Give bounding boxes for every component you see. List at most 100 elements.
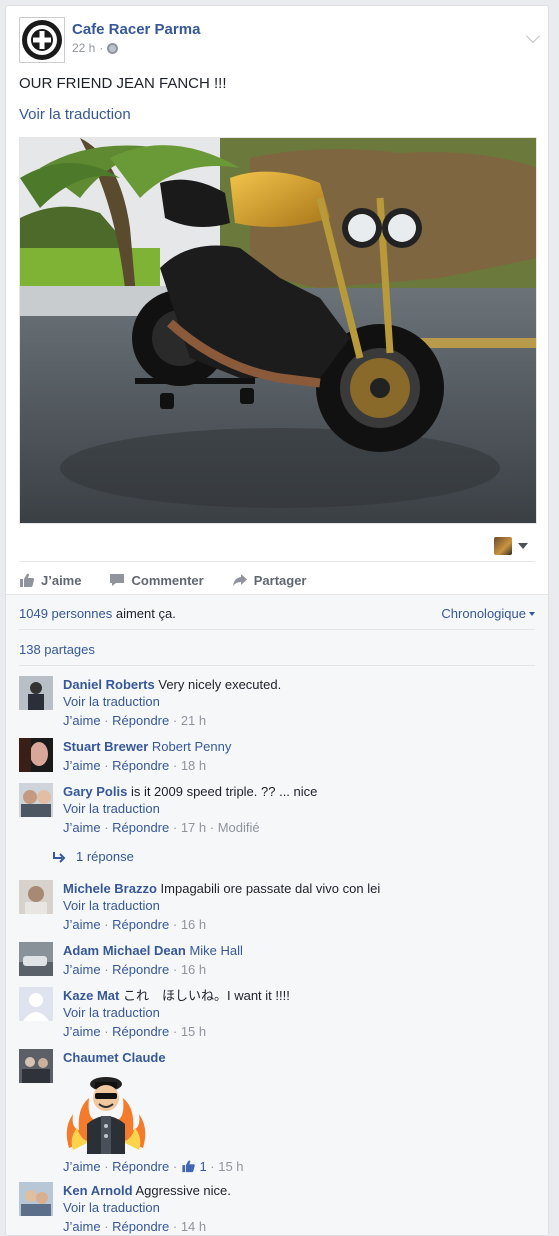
motorcycle-photo <box>20 138 536 523</box>
commenter-avatar[interactable] <box>19 942 53 976</box>
post-header: Cafe Racer Parma 22 h · <box>19 17 548 67</box>
comment-button[interactable]: Commenter <box>109 572 204 588</box>
comment-like-link[interactable]: J’aime <box>63 1219 101 1234</box>
commenter-avatar[interactable] <box>19 1049 53 1083</box>
comment-reply-link[interactable]: Répondre <box>112 713 169 728</box>
comment-reply-link[interactable]: Répondre <box>112 1219 169 1234</box>
avatar-image <box>19 880 53 914</box>
view-replies-link[interactable]: 1 réponse <box>52 849 134 864</box>
comment-like-link[interactable]: J’aime <box>63 713 101 728</box>
comment-time[interactable]: 16 h <box>181 962 206 977</box>
commenter-avatar[interactable] <box>19 880 53 914</box>
like-button[interactable]: J’aime <box>19 572 81 588</box>
comment-meta: J’aime · Répondre · 14 h <box>63 1219 207 1234</box>
comment-time[interactable]: 14 h <box>181 1219 206 1234</box>
comment-like-link[interactable]: J’aime <box>63 1024 101 1039</box>
share-icon <box>232 574 247 586</box>
translate-link[interactable]: Voir la traduction <box>63 897 535 914</box>
avatar-image <box>19 942 53 976</box>
comment-text[interactable]: Robert Penny <box>152 739 232 754</box>
edited-label[interactable]: Modifié <box>218 820 260 835</box>
motorcycle-company-logo <box>22 20 62 60</box>
translate-link[interactable]: Voir la traduction <box>63 1004 535 1021</box>
comment-body: Chaumet Claude J’aime · Répondre · 1 · 1… <box>63 1049 535 1175</box>
comment-author-link[interactable]: Kaze Mat <box>63 988 119 1003</box>
divider <box>19 561 535 562</box>
comment-body: Adam Michael Dean Mike Hall J’aime · Rép… <box>63 942 535 978</box>
comment-body: Daniel Roberts Very nicely executed. Voi… <box>63 676 535 729</box>
commenter-avatar[interactable] <box>19 676 53 710</box>
commenter-avatar[interactable] <box>19 738 53 772</box>
comment-reply-link[interactable]: Répondre <box>112 820 169 835</box>
translate-link[interactable]: Voir la traduction <box>63 1199 535 1216</box>
comment-like-link[interactable]: J’aime <box>63 962 101 977</box>
comment-meta: J’aime · Répondre · 17 h · Modifié <box>63 820 260 835</box>
comment-label: Commenter <box>131 572 204 588</box>
comment-order-dropdown[interactable]: Chronologique <box>441 606 535 621</box>
comment-author-link[interactable]: Ken Arnold <box>63 1183 133 1198</box>
comment-body: Ken Arnold Aggressive nice. Voir la trad… <box>63 1182 535 1235</box>
likes-sentence: 1049 personnes aiment ça. <box>19 606 176 621</box>
comment-order-label: Chronologique <box>441 606 526 621</box>
comment-icon <box>110 574 125 586</box>
comment-text: Very nicely executed. <box>158 677 282 692</box>
comment-body: Stuart Brewer Robert Penny J’aime · Répo… <box>63 738 535 774</box>
comment-text[interactable]: Mike Hall <box>189 943 242 958</box>
comment-time[interactable]: 15 h <box>181 1024 206 1039</box>
audience-selector[interactable] <box>494 537 528 555</box>
comment-author-link[interactable]: Michele Brazzo <box>63 881 157 896</box>
comment-body: Michele Brazzo Impagabili ore passate da… <box>63 880 535 933</box>
comment-like-link[interactable]: J’aime <box>63 820 101 835</box>
avatar-image <box>19 1182 53 1216</box>
default-avatar-icon <box>19 987 53 1021</box>
comment-like-link[interactable]: J’aime <box>63 1159 101 1174</box>
comment-like-link[interactable]: J’aime <box>63 917 101 932</box>
comment-reply-link[interactable]: Répondre <box>112 758 169 773</box>
translate-link[interactable]: Voir la traduction <box>19 106 131 123</box>
likes-suffix: aiment ça. <box>112 606 176 621</box>
sticker-image <box>66 1077 146 1154</box>
comment-text: is it 2009 speed triple. ?? ... nice <box>130 784 318 799</box>
comment-time[interactable]: 21 h <box>181 713 206 728</box>
avatar-image <box>19 676 53 710</box>
comment-time[interactable]: 16 h <box>181 917 206 932</box>
comment-time[interactable]: 15 h <box>218 1159 243 1174</box>
commenter-avatar[interactable] <box>19 783 53 817</box>
post-meta: 22 h · <box>72 41 119 55</box>
biker-sticker[interactable] <box>63 1068 149 1156</box>
shares-link[interactable]: 138 partages <box>19 642 95 657</box>
translate-link[interactable]: Voir la traduction <box>63 693 535 710</box>
likes-count-link[interactable]: 1049 personnes <box>19 606 112 621</box>
share-label: Partager <box>253 572 307 588</box>
chevron-down-icon[interactable] <box>525 28 541 44</box>
comment-author-link[interactable]: Daniel Roberts <box>63 677 155 692</box>
post-timestamp[interactable]: 22 h <box>72 41 95 55</box>
comment-author-link[interactable]: Gary Polis <box>63 784 127 799</box>
comment-author-link[interactable]: Adam Michael Dean <box>63 943 186 958</box>
comment-author-link[interactable]: Chaumet Claude <box>63 1050 166 1065</box>
page-avatar[interactable] <box>19 17 65 63</box>
comment-author-link[interactable]: Stuart Brewer <box>63 739 148 754</box>
post-photo[interactable] <box>19 137 537 524</box>
share-button[interactable]: Partager <box>232 572 307 588</box>
translate-link[interactable]: Voir la traduction <box>63 800 535 817</box>
comment-time[interactable]: 18 h <box>181 758 206 773</box>
comment-like-link[interactable]: J’aime <box>63 758 101 773</box>
post-actions: J’aime Commenter Partager <box>19 566 334 594</box>
commenter-avatar[interactable] <box>19 1182 53 1216</box>
meta-separator: · <box>99 41 104 55</box>
comment-likes[interactable]: 1 <box>181 1159 207 1174</box>
comment-reply-link[interactable]: Répondre <box>112 917 169 932</box>
comment-reply-link[interactable]: Répondre <box>112 1159 169 1174</box>
comment-time[interactable]: 17 h <box>181 820 206 835</box>
reply-arrow-icon <box>53 851 66 863</box>
avatar-image <box>19 738 53 772</box>
globe-icon[interactable] <box>107 42 119 54</box>
page-name-link[interactable]: Cafe Racer Parma <box>72 21 200 38</box>
like-label: J’aime <box>41 572 82 588</box>
avatar-image <box>19 783 53 817</box>
comment-meta: J’aime · Répondre · 16 h <box>63 962 207 977</box>
comment-reply-link[interactable]: Répondre <box>112 962 169 977</box>
commenter-avatar[interactable] <box>19 987 53 1021</box>
comment-reply-link[interactable]: Répondre <box>112 1024 169 1039</box>
